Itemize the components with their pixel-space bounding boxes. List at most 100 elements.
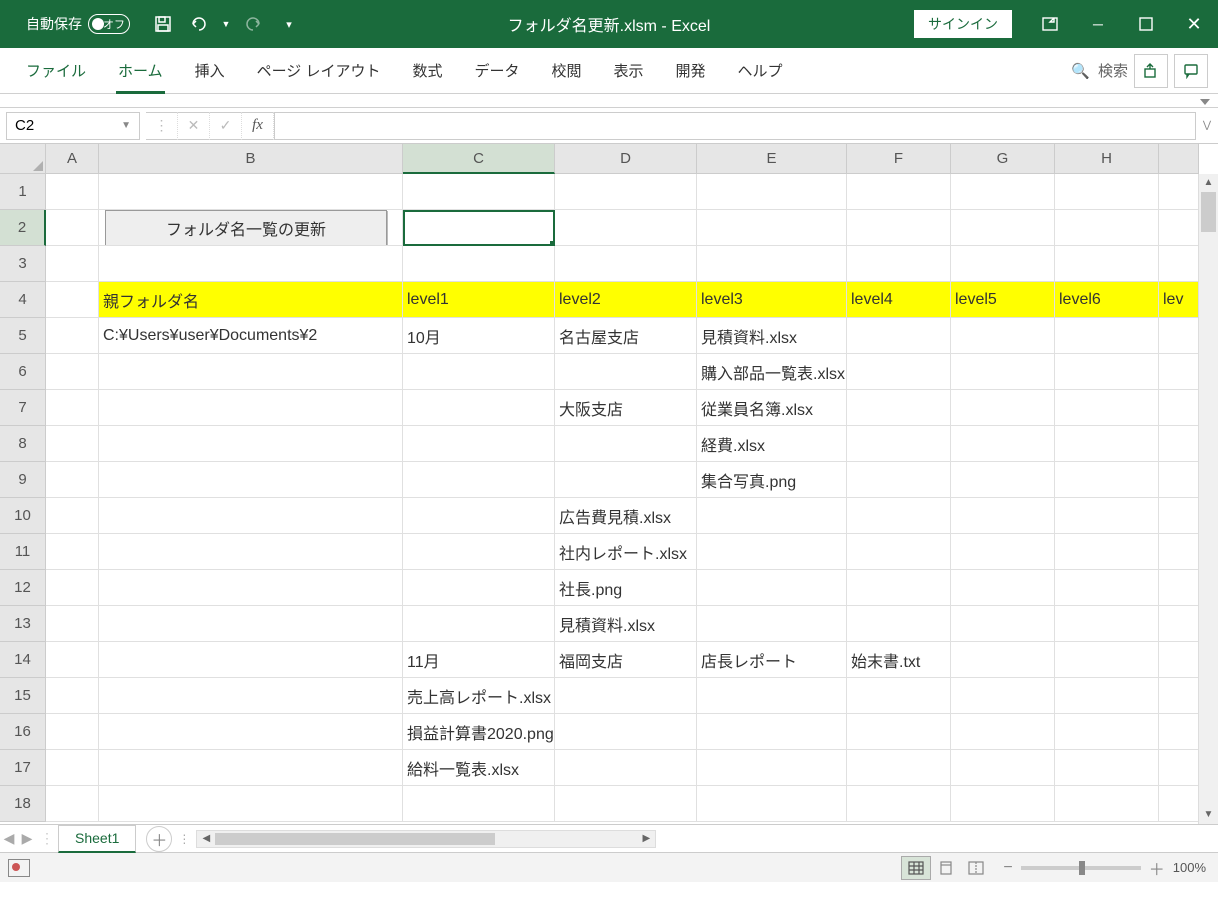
cell[interactable]	[46, 534, 99, 570]
col-header[interactable]: G	[951, 144, 1055, 174]
row-header[interactable]: 13	[0, 606, 46, 642]
sheet-nav-next-icon[interactable]: ▶	[18, 830, 36, 847]
row-header[interactable]: 11	[0, 534, 46, 570]
cell[interactable]	[951, 462, 1055, 498]
cell[interactable]	[1159, 750, 1199, 786]
cell[interactable]: level6	[1055, 282, 1159, 318]
name-box[interactable]: C2 ▼	[6, 112, 140, 140]
cell[interactable]	[1159, 462, 1199, 498]
cell[interactable]	[46, 462, 99, 498]
cell[interactable]	[403, 390, 555, 426]
cell[interactable]	[1055, 174, 1159, 210]
cell[interactable]: 10月	[403, 318, 555, 354]
macro-record-icon[interactable]	[8, 859, 30, 877]
cell[interactable]	[847, 750, 951, 786]
normal-view-icon[interactable]	[901, 856, 931, 880]
cell[interactable]	[403, 498, 555, 534]
cell[interactable]	[99, 390, 403, 426]
cell[interactable]: level4	[847, 282, 951, 318]
cell[interactable]: 店長レポート	[697, 642, 847, 678]
enter-icon[interactable]: ✓	[210, 112, 242, 140]
comments-icon[interactable]	[1174, 54, 1208, 88]
cell[interactable]	[1055, 426, 1159, 462]
collapsed-ribbon-strip[interactable]	[0, 94, 1218, 108]
cell[interactable]	[951, 246, 1055, 282]
cell[interactable]	[951, 174, 1055, 210]
tab-help[interactable]: ヘルプ	[722, 48, 799, 94]
col-header[interactable]	[1159, 144, 1199, 174]
formula-input[interactable]	[275, 112, 1196, 140]
cell[interactable]: level5	[951, 282, 1055, 318]
col-header[interactable]: F	[847, 144, 951, 174]
cell[interactable]	[847, 534, 951, 570]
scroll-up-icon[interactable]: ▲	[1199, 174, 1218, 192]
cell[interactable]	[555, 462, 697, 498]
cell[interactable]	[1055, 354, 1159, 390]
cell[interactable]: lev	[1159, 282, 1199, 318]
cell[interactable]	[1055, 246, 1159, 282]
cell[interactable]	[951, 210, 1055, 246]
cell[interactable]	[1159, 174, 1199, 210]
zoom-percent[interactable]: 100%	[1173, 860, 1206, 875]
cell[interactable]	[99, 714, 403, 750]
cell[interactable]	[403, 606, 555, 642]
cell[interactable]	[46, 426, 99, 462]
fx-icon[interactable]: fx	[242, 112, 274, 140]
cell[interactable]	[951, 390, 1055, 426]
cell[interactable]	[555, 714, 697, 750]
row-header[interactable]: 12	[0, 570, 46, 606]
tab-insert[interactable]: 挿入	[179, 48, 241, 94]
cell[interactable]	[1055, 750, 1159, 786]
undo-icon[interactable]	[184, 9, 214, 39]
page-break-view-icon[interactable]	[961, 856, 991, 880]
row-header[interactable]: 18	[0, 786, 46, 822]
cell[interactable]	[847, 462, 951, 498]
row-header[interactable]: 17	[0, 750, 46, 786]
cell[interactable]	[46, 246, 99, 282]
row-header[interactable]: 6	[0, 354, 46, 390]
cell[interactable]: 広告費見積.xlsx	[555, 498, 697, 534]
cell[interactable]: 見積資料.xlsx	[697, 318, 847, 354]
cell[interactable]	[99, 498, 403, 534]
cell[interactable]	[46, 750, 99, 786]
cell[interactable]	[1055, 462, 1159, 498]
save-icon[interactable]	[148, 9, 178, 39]
cell[interactable]	[46, 318, 99, 354]
cell[interactable]: 給料一覧表.xlsx	[403, 750, 555, 786]
cell[interactable]: フォルダ名一覧の更新	[99, 210, 403, 246]
autosave-toggle[interactable]: 自動保存 オフ	[26, 14, 130, 34]
cell[interactable]	[1159, 426, 1199, 462]
cell[interactable]	[403, 786, 555, 822]
cell[interactable]: 大阪支店	[555, 390, 697, 426]
cell[interactable]	[1055, 210, 1159, 246]
tab-developer[interactable]: 開発	[660, 48, 722, 94]
row-header[interactable]: 9	[0, 462, 46, 498]
cell[interactable]	[697, 750, 847, 786]
cell[interactable]	[847, 606, 951, 642]
select-all-corner[interactable]	[0, 144, 46, 174]
col-header[interactable]: B	[99, 144, 403, 174]
cell[interactable]	[555, 750, 697, 786]
cell[interactable]	[697, 678, 847, 714]
cancel-icon[interactable]: ✕	[178, 112, 210, 140]
cell[interactable]	[555, 174, 697, 210]
cell[interactable]	[951, 498, 1055, 534]
col-header[interactable]: E	[697, 144, 847, 174]
cell[interactable]	[951, 534, 1055, 570]
cell[interactable]: 損益計算書2020.png	[403, 714, 555, 750]
cell[interactable]	[847, 354, 951, 390]
cell[interactable]	[1055, 678, 1159, 714]
cell[interactable]	[46, 354, 99, 390]
cell[interactable]	[951, 606, 1055, 642]
col-header[interactable]: D	[555, 144, 697, 174]
vertical-scrollbar[interactable]: ▲ ▼	[1198, 174, 1218, 824]
cell[interactable]	[99, 534, 403, 570]
cell[interactable]	[951, 714, 1055, 750]
cell[interactable]	[99, 750, 403, 786]
row-header[interactable]: 7	[0, 390, 46, 426]
signin-button[interactable]: サインイン	[914, 10, 1012, 38]
cell[interactable]	[1055, 498, 1159, 534]
cell[interactable]	[847, 246, 951, 282]
cell[interactable]	[951, 678, 1055, 714]
row-header[interactable]: 3	[0, 246, 46, 282]
